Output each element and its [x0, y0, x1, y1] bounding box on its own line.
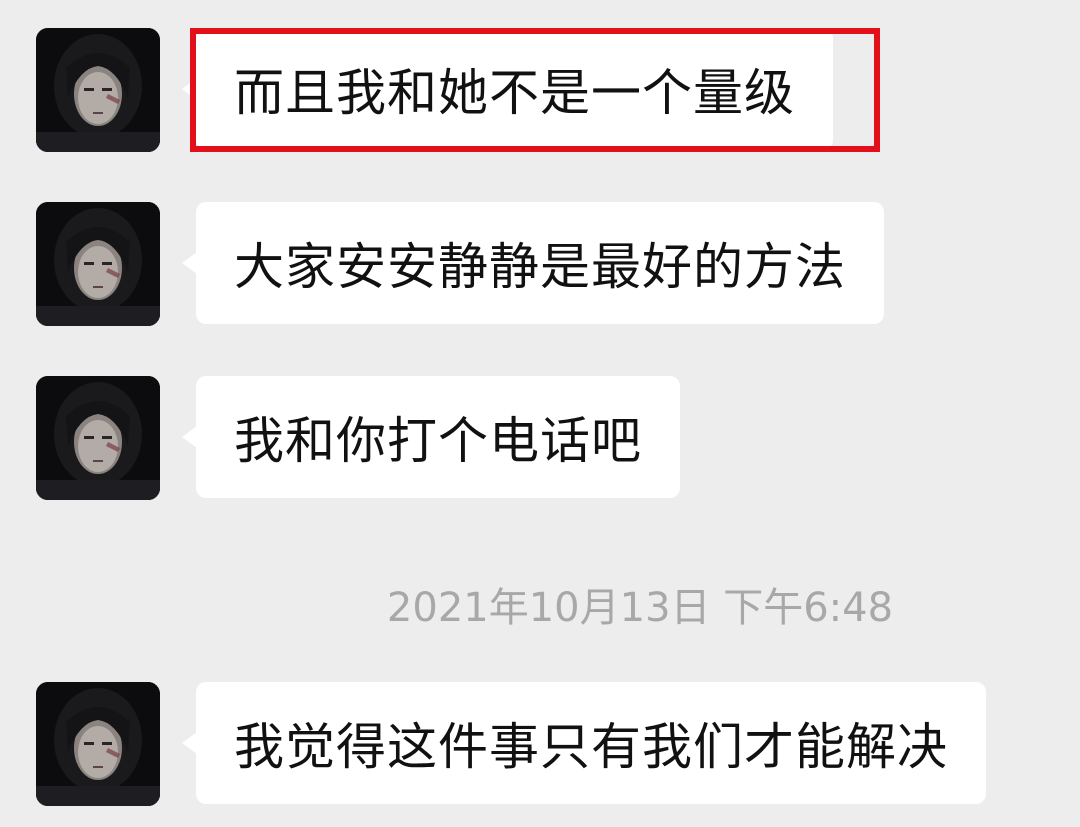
avatar-portrait-icon — [36, 28, 160, 152]
message-text: 而且我和她不是一个量级 — [234, 64, 795, 122]
message-bubble[interactable]: 大家安安静静是最好的方法 — [182, 202, 884, 324]
avatar[interactable] — [36, 376, 160, 500]
message-text: 我和你打个电话吧 — [234, 412, 642, 470]
avatar[interactable] — [36, 202, 160, 326]
message-bubble[interactable]: 而且我和她不是一个量级 — [182, 28, 833, 150]
message-text: 我觉得这件事只有我们才能解决 — [234, 718, 948, 776]
message-timestamp: 2021年10月13日 下午6:48 — [386, 585, 894, 631]
avatar-portrait-icon — [36, 376, 160, 500]
avatar[interactable] — [36, 28, 160, 152]
message-bubble[interactable]: 我觉得这件事只有我们才能解决 — [182, 682, 986, 804]
avatar[interactable] — [36, 682, 160, 806]
message-text: 大家安安静静是最好的方法 — [234, 238, 846, 296]
message-bubble[interactable]: 我和你打个电话吧 — [182, 376, 680, 498]
avatar-portrait-icon — [36, 682, 160, 806]
chat-window: 而且我和她不是一个量级 大家安安静静是最好的方法 我和你打个电话吧 2021年1… — [0, 0, 1080, 827]
avatar-portrait-icon — [36, 202, 160, 326]
